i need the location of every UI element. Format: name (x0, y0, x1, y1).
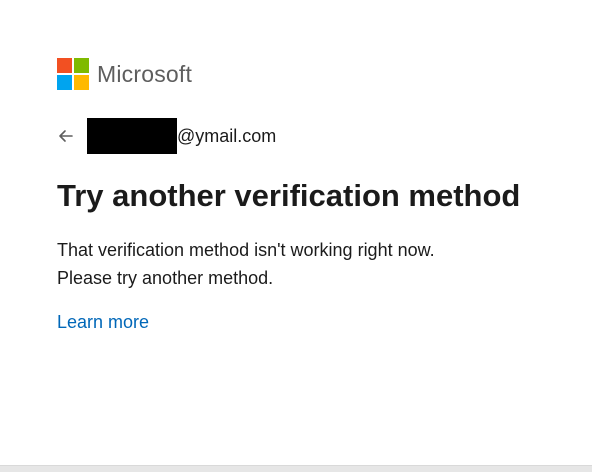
back-button[interactable] (57, 118, 87, 154)
redacted-email-prefix (87, 118, 177, 154)
account-identity: @ymail.com (57, 118, 276, 154)
logo-square-yellow (74, 75, 89, 90)
arrow-left-icon (59, 130, 73, 142)
microsoft-logo-icon (57, 58, 89, 90)
brand-header: Microsoft (57, 58, 192, 90)
bottom-divider (0, 465, 592, 472)
logo-square-red (57, 58, 72, 73)
logo-square-green (74, 58, 89, 73)
logo-square-blue (57, 75, 72, 90)
verification-card: Microsoft @ymail.com Try another verific… (0, 0, 592, 465)
message-text: That verification method isn't working r… (57, 236, 537, 292)
learn-more-link[interactable]: Learn more (57, 308, 149, 336)
message-line-1: That verification method isn't working r… (57, 240, 435, 260)
message-line-2: Please try another method. (57, 268, 274, 288)
brand-name: Microsoft (97, 61, 193, 87)
email-suffix: @ymail.com (177, 126, 277, 146)
page-title: Try another verification method (57, 178, 521, 213)
